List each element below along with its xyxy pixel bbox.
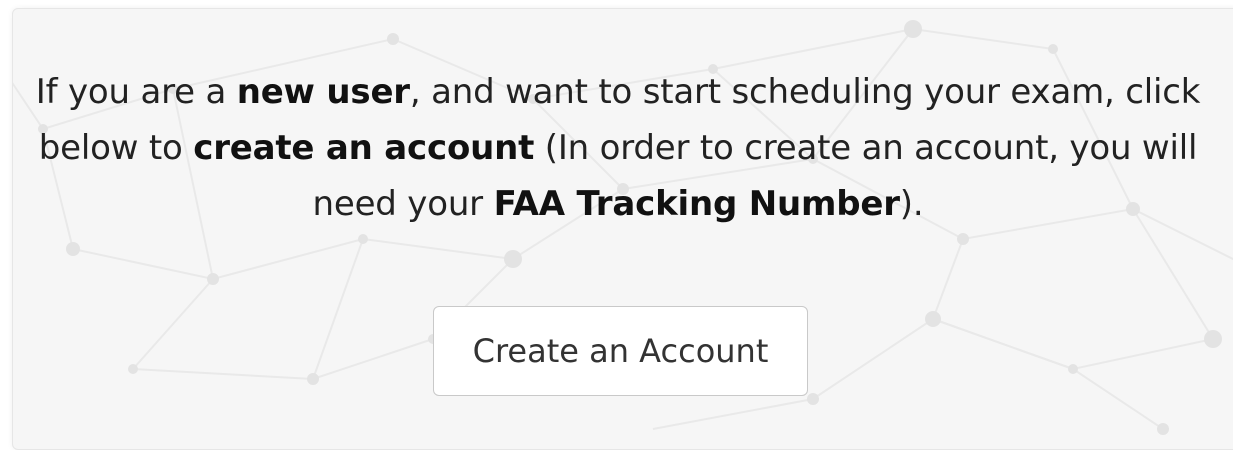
new-user-instructions: If you are a new user, and want to start… bbox=[13, 64, 1223, 232]
faa-tracking-number-emphasis: FAA Tracking Number bbox=[493, 184, 900, 224]
instructions-text-1: If you are a bbox=[35, 72, 237, 112]
create-account-emphasis: create an account bbox=[193, 128, 535, 168]
signup-card: If you are a new user, and want to start… bbox=[12, 8, 1233, 450]
create-account-button[interactable]: Create an Account bbox=[433, 306, 808, 396]
new-user-emphasis: new user bbox=[236, 72, 410, 112]
instructions-text-4: ). bbox=[899, 184, 924, 224]
